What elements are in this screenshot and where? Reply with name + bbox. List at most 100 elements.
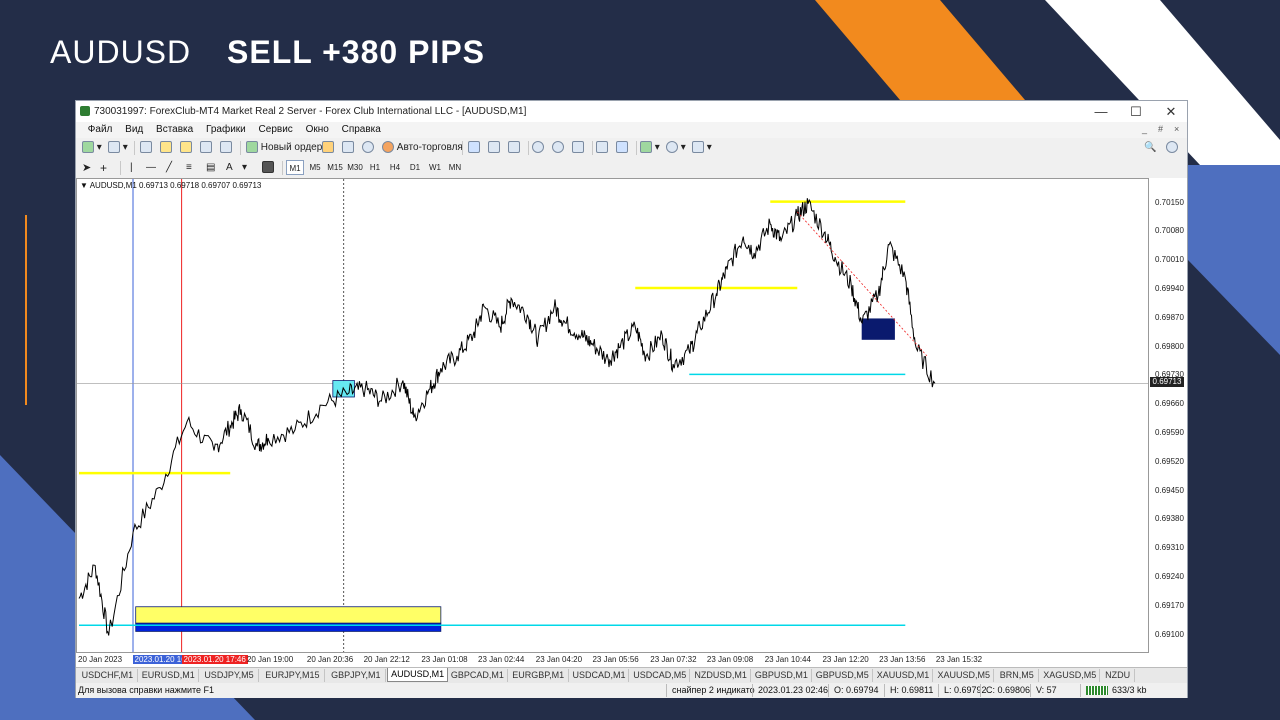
- symbol-tab[interactable]: AUDUSD,M1: [387, 668, 448, 682]
- time-scale[interactable]: 20 Jan 2023 2023.01.20 16:09 2023.01.20 17…: [76, 653, 1149, 667]
- price-tick: 0.69240: [1155, 571, 1184, 581]
- price-series-line: [78, 198, 936, 636]
- new-order-button[interactable]: Новый ордер: [246, 141, 322, 155]
- price-tick: 0.69800: [1155, 341, 1184, 351]
- symbol-tab[interactable]: USDJPY,M5: [200, 669, 260, 682]
- timeframe-m30[interactable]: M30: [346, 160, 364, 175]
- timeframe-m15[interactable]: M15: [326, 160, 344, 175]
- symbol-tab[interactable]: EURUSD,M1: [139, 669, 199, 682]
- time-tick: 23 Jan 07:32: [650, 655, 697, 664]
- new-chart-icon[interactable]: ▾: [82, 141, 102, 155]
- mdi-close-button[interactable]: ×: [1174, 124, 1179, 134]
- price-tick: 0.69940: [1155, 284, 1184, 294]
- menu-view[interactable]: Вид: [120, 122, 148, 135]
- timeframe-m1[interactable]: M1: [286, 160, 304, 175]
- timeframe-h1[interactable]: H1: [366, 160, 384, 175]
- time-tick: 23 Jan 12:20: [822, 655, 869, 664]
- search-icon[interactable]: 🔍: [1144, 141, 1156, 155]
- symbol-tab[interactable]: NZDUSD,M1: [691, 669, 751, 682]
- symbol-tab[interactable]: EURGBP,M1: [509, 669, 569, 682]
- close-button[interactable]: ✕: [1156, 103, 1186, 121]
- menu-window[interactable]: Окно: [301, 122, 334, 135]
- time-tick: 20 Jan 22:12: [363, 655, 410, 664]
- symbol-tab[interactable]: GBPCAD,M1: [448, 669, 508, 682]
- timeframe-w1[interactable]: W1: [426, 160, 444, 175]
- crosshair-icon[interactable]: +: [100, 161, 107, 175]
- price-tick: 0.69450: [1155, 485, 1184, 495]
- time-tick: 2023.01.20 17:46: [181, 655, 248, 664]
- orange-stripe: [815, 0, 1025, 100]
- status-high: H: 0.69811: [890, 685, 934, 695]
- chart-area[interactable]: ▼ AUDUSD,M1 0.69713 0.69718 0.69707 0.69…: [76, 178, 1149, 653]
- terminal-icon[interactable]: [200, 141, 212, 155]
- templates-icon[interactable]: ▾: [692, 141, 712, 155]
- fibonacci-icon[interactable]: ▤: [206, 161, 215, 175]
- symbol-tab[interactable]: XAGUSD,M5: [1040, 669, 1101, 682]
- price-tick: 0.69100: [1155, 629, 1184, 639]
- metaeditor-icon[interactable]: [322, 141, 334, 155]
- timeframe-m5[interactable]: M5: [306, 160, 324, 175]
- time-tick: 23 Jan 13:56: [879, 655, 926, 664]
- equidistant-channel-icon[interactable]: ≡: [186, 161, 192, 175]
- line-chart-icon[interactable]: [508, 141, 520, 155]
- auto-trading-button[interactable]: Авто-торговля: [382, 141, 463, 155]
- horizontal-line-icon[interactable]: —: [146, 161, 156, 175]
- symbol-tab[interactable]: GBPUSD,M5: [813, 669, 873, 682]
- symbol-tab[interactable]: GBPUSD,M1: [752, 669, 812, 682]
- market-watch-icon[interactable]: [140, 141, 152, 155]
- label-icon[interactable]: [262, 161, 274, 175]
- arrows-icon[interactable]: ▾: [242, 161, 247, 175]
- timeframe-d1[interactable]: D1: [406, 160, 424, 175]
- chat-icon[interactable]: [1166, 141, 1178, 155]
- tile-windows-icon[interactable]: [572, 141, 584, 155]
- globe-icon[interactable]: [362, 141, 374, 155]
- symbol-tab[interactable]: USDCHF,M1: [78, 669, 138, 682]
- indicators-icon[interactable]: ▾: [640, 141, 660, 155]
- symbol-tab[interactable]: XAUUSD,M5: [934, 669, 995, 682]
- text-tool-icon[interactable]: A: [226, 161, 233, 175]
- symbol-tab[interactable]: USDCAD,M1: [570, 669, 630, 682]
- symbol-tab[interactable]: XAUUSD,M1: [874, 669, 934, 682]
- symbol-tab[interactable]: EURJPY,M15: [260, 669, 326, 682]
- data-window-icon[interactable]: [160, 141, 172, 155]
- candlestick-icon[interactable]: [488, 141, 500, 155]
- standard-toolbar: ▾ ▾ Новый ордер Авто-торговля ▾ ▾ ▾ 🔍: [76, 138, 1187, 159]
- status-open: O: 0.69794: [834, 685, 879, 695]
- bar-chart-icon[interactable]: [468, 141, 480, 155]
- menu-insert[interactable]: Вставка: [151, 122, 198, 135]
- price-tick: 0.69730: [1155, 370, 1184, 380]
- zoom-out-icon[interactable]: [552, 141, 564, 155]
- auto-scroll-icon[interactable]: [596, 141, 608, 155]
- vertical-line-icon[interactable]: |: [130, 161, 133, 175]
- signals-icon[interactable]: [342, 141, 354, 155]
- time-tick: 23 Jan 01:08: [421, 655, 468, 664]
- price-tick: 0.69660: [1155, 399, 1184, 409]
- symbol-tab[interactable]: BRN,M5: [995, 669, 1040, 682]
- mdi-restore-button[interactable]: #: [1158, 124, 1163, 134]
- chart-shift-icon[interactable]: [616, 141, 628, 155]
- navigator-icon[interactable]: [180, 141, 192, 155]
- strategy-tester-icon[interactable]: [220, 141, 232, 155]
- zoom-in-icon[interactable]: [532, 141, 544, 155]
- mdi-minimize-button[interactable]: _: [1142, 124, 1147, 134]
- symbol-tab[interactable]: GBPJPY,M1: [326, 669, 387, 682]
- profiles-icon[interactable]: ▾: [108, 141, 128, 155]
- status-traffic: 633/3 kb: [1112, 685, 1147, 695]
- timeframe-mn[interactable]: MN: [446, 160, 464, 175]
- zone-2: [861, 318, 895, 340]
- menu-charts[interactable]: Графики: [201, 122, 251, 135]
- menu-tools[interactable]: Сервис: [254, 122, 298, 135]
- maximize-button[interactable]: ☐: [1121, 103, 1151, 121]
- symbol-tab[interactable]: NZDU: [1101, 669, 1135, 682]
- price-scale[interactable]: 0.69713 0.70150 0.70080 0.70010 0.69940 0.69…: [1149, 178, 1187, 653]
- periods-icon[interactable]: ▾: [666, 141, 686, 155]
- minimize-button[interactable]: —: [1086, 103, 1116, 121]
- timeframe-h4[interactable]: H4: [386, 160, 404, 175]
- trendline-icon[interactable]: ╱: [166, 161, 172, 175]
- cursor-icon[interactable]: ➤: [82, 161, 91, 175]
- symbol-tab[interactable]: USDCAD,M5: [630, 669, 691, 682]
- line-studies-toolbar: ➤ + | — ╱ ≡ ▤ A ▾ M1 M5 M15 M30 H1 H4 D1…: [76, 158, 1187, 179]
- menu-help[interactable]: Справка: [337, 122, 386, 135]
- menu-file[interactable]: Файл: [83, 122, 118, 135]
- menu-bar: Файл Вид Вставка Графики Сервис Окно Спр…: [76, 122, 1187, 138]
